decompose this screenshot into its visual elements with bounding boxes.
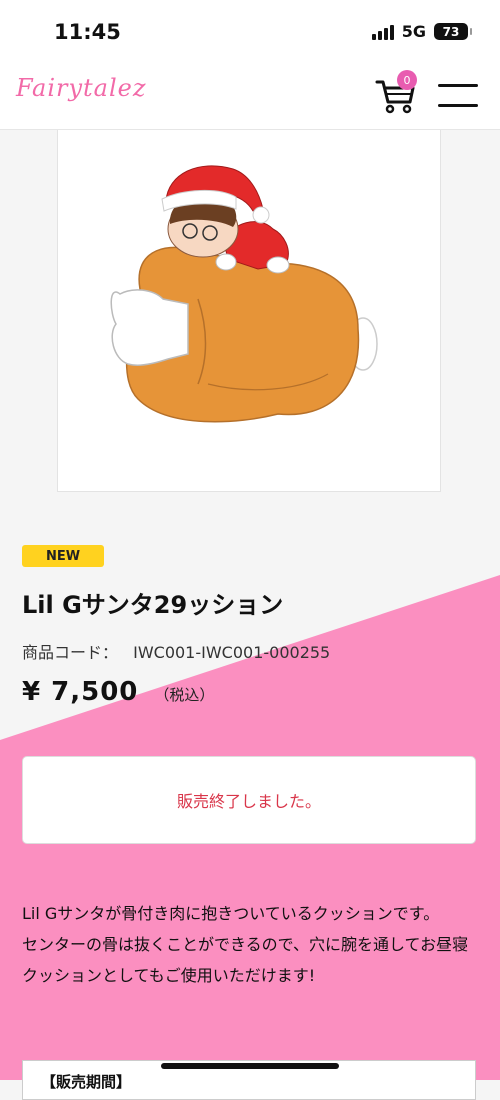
product-code-label: 商品コード：: [22, 643, 119, 662]
product-image[interactable]: [57, 129, 441, 492]
product-detail: NEW Lil Gサンタ29ッション 商品コード： IWC001-IWC001-…: [0, 0, 500, 1100]
product-code: 商品コード： IWC001-IWC001-000255: [22, 639, 330, 663]
sold-out-notice: 販売終了しました。: [22, 756, 476, 844]
hamburger-menu-icon[interactable]: [438, 82, 478, 110]
product-title: Lil Gサンタ29ッション: [22, 591, 284, 619]
tax-note: （税込）: [154, 686, 215, 704]
battery-icon: 73: [434, 23, 472, 40]
cart-count-badge: 0: [397, 70, 417, 90]
product-price: ¥ 7,500: [22, 677, 139, 707]
home-indicator[interactable]: [161, 1063, 339, 1069]
sales-period-label: 【販売期間】: [41, 1073, 132, 1091]
status-indicators: 5G 73: [371, 22, 472, 41]
product-illustration: [110, 165, 378, 423]
new-badge: NEW: [22, 545, 104, 567]
sold-out-text: 販売終了しました。: [176, 792, 321, 811]
status-bar: 11:45 5G 73: [0, 0, 500, 62]
price-row: ¥ 7,500 （税込）: [22, 677, 214, 707]
site-header: Fairytalez 0: [0, 62, 500, 130]
description-line: センターの骨は抜くことができるので、穴に腕を通してお昼寝クッションとしてもご使用…: [22, 935, 469, 985]
signal-icon: [371, 24, 394, 40]
network-label: 5G: [401, 22, 426, 41]
site-logo[interactable]: Fairytalez: [16, 74, 147, 102]
status-time: 11:45: [54, 20, 121, 44]
product-description: Lil Gサンタが骨付き肉に抱きついているクッションです。 センターの骨は抜くこ…: [22, 898, 482, 991]
product-code-value: IWC001-IWC001-000255: [133, 643, 331, 662]
description-line: Lil Gサンタが骨付き肉に抱きついているクッションです。: [22, 904, 440, 923]
